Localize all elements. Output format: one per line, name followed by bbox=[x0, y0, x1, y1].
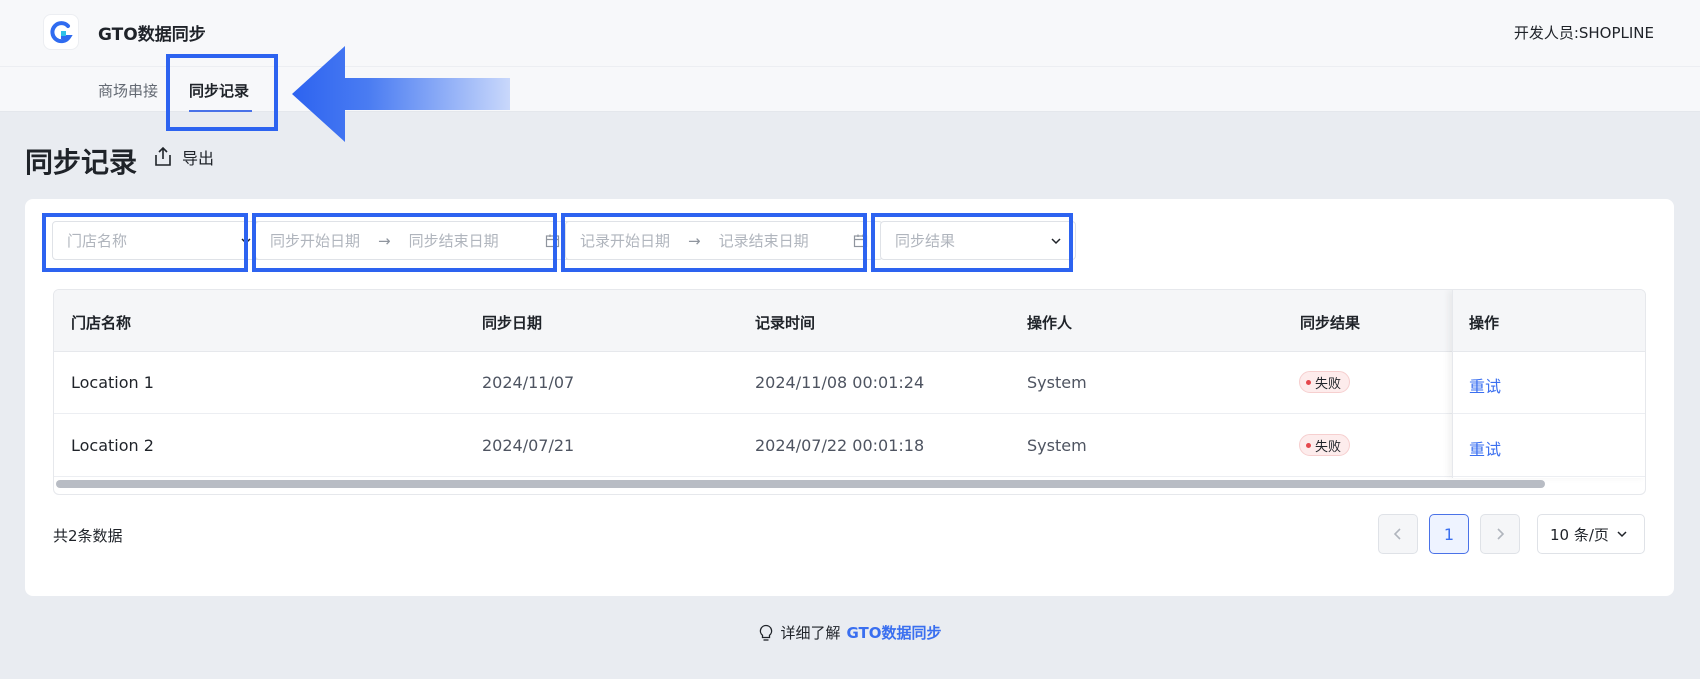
column-header-sync-date: 同步日期 bbox=[482, 314, 543, 332]
footer-help: 详细了解 GTO数据同步 bbox=[0, 622, 1700, 643]
cell-operator: System bbox=[1027, 436, 1087, 455]
column-header-store: 门店名称 bbox=[71, 314, 132, 332]
total-count: 共2条数据 bbox=[53, 527, 123, 545]
chevron-down-icon bbox=[1051, 237, 1061, 244]
column-header-sync-result: 同步结果 bbox=[1300, 314, 1361, 332]
calendar-icon bbox=[545, 234, 560, 248]
calendar-icon bbox=[853, 234, 868, 248]
status-badge: 失败 bbox=[1299, 434, 1351, 456]
table-row: Location 1 2024/11/07 2024/11/08 00:01:2… bbox=[54, 352, 1645, 414]
sync-result-select[interactable]: 同步结果 bbox=[880, 221, 1076, 260]
range-separator: → bbox=[378, 231, 391, 250]
chevron-down-icon bbox=[241, 237, 251, 244]
page-size-value: 10 条/页 bbox=[1550, 525, 1609, 544]
status-dot-icon bbox=[1306, 379, 1311, 385]
column-header-record-time: 记录时间 bbox=[755, 314, 816, 332]
sync-end-placeholder: 同步结束日期 bbox=[408, 232, 499, 250]
status-badge: 失败 bbox=[1299, 371, 1351, 393]
active-tab-indicator bbox=[189, 110, 252, 112]
export-icon bbox=[155, 146, 171, 166]
chevron-right-icon bbox=[1497, 528, 1505, 540]
cell-operator: System bbox=[1027, 373, 1087, 392]
page-size-select[interactable]: 10 条/页 bbox=[1537, 514, 1645, 554]
cell-sync-date: 2024/07/21 bbox=[482, 436, 575, 455]
cell-record-time: 2024/11/08 00:01:24 bbox=[755, 373, 925, 392]
export-button[interactable]: 导出 bbox=[152, 145, 214, 169]
records-table: 门店名称 同步日期 记录时间 操作人 同步结果 操作 Location 1 20… bbox=[53, 289, 1646, 495]
app-header: GTO数据同步 开发人员:SHOPLINE 商场串接 同步记录 bbox=[0, 0, 1700, 112]
tab-sync-records[interactable]: 同步记录 bbox=[189, 80, 249, 101]
page-button[interactable]: 1 bbox=[1429, 514, 1469, 554]
chevron-down-icon bbox=[1617, 531, 1627, 538]
record-end-placeholder: 记录结束日期 bbox=[718, 232, 809, 250]
pointer-arrow-icon bbox=[292, 46, 510, 142]
footer-prefix: 详细了解 bbox=[780, 624, 841, 642]
status-badge-label: 失败 bbox=[1315, 439, 1342, 455]
chevron-left-icon bbox=[1393, 528, 1401, 540]
developer-label: 开发人员:SHOPLINE bbox=[1513, 24, 1654, 42]
table-row: Location 2 2024/07/21 2024/07/22 00:01:1… bbox=[54, 415, 1645, 477]
footer-learn-more-link[interactable]: GTO数据同步 bbox=[846, 622, 941, 643]
cell-store: Location 2 bbox=[71, 436, 154, 455]
records-card: 门店名称 同步开始日期 → 同步结束日期 记录开始日期 → 记录结束日期 同步结… bbox=[25, 199, 1674, 596]
sync-start-placeholder: 同步开始日期 bbox=[270, 232, 361, 250]
store-select[interactable]: 门店名称 bbox=[52, 221, 266, 260]
header-top-bar: GTO数据同步 开发人员:SHOPLINE bbox=[0, 0, 1700, 67]
record-start-placeholder: 记录开始日期 bbox=[580, 232, 671, 250]
app-title: GTO数据同步 bbox=[98, 25, 206, 45]
sync-result-placeholder: 同步结果 bbox=[895, 232, 956, 250]
tab-mall-integration[interactable]: 商场串接 bbox=[98, 80, 158, 101]
status-badge-label: 失败 bbox=[1315, 376, 1342, 392]
status-dot-icon bbox=[1306, 442, 1311, 448]
record-date-range[interactable]: 记录开始日期 → 记录结束日期 bbox=[565, 221, 883, 260]
fixed-action-column bbox=[1452, 290, 1645, 478]
cell-sync-date: 2024/11/07 bbox=[482, 373, 575, 392]
horizontal-scrollbar[interactable] bbox=[56, 480, 1545, 488]
table-header: 门店名称 同步日期 记录时间 操作人 同步结果 操作 bbox=[54, 290, 1645, 352]
page-title: 同步记录 bbox=[25, 146, 138, 179]
column-header-operator: 操作人 bbox=[1027, 314, 1073, 332]
store-select-placeholder: 门店名称 bbox=[67, 232, 128, 250]
lightbulb-icon bbox=[760, 624, 773, 641]
next-page-button[interactable] bbox=[1480, 514, 1520, 554]
sync-date-range[interactable]: 同步开始日期 → 同步结束日期 bbox=[255, 221, 575, 260]
prev-page-button[interactable] bbox=[1378, 514, 1418, 554]
app-logo-icon bbox=[43, 14, 79, 50]
cell-store: Location 1 bbox=[71, 373, 154, 392]
cell-record-time: 2024/07/22 00:01:18 bbox=[755, 436, 925, 455]
export-label: 导出 bbox=[182, 149, 215, 168]
range-separator: → bbox=[688, 231, 701, 250]
